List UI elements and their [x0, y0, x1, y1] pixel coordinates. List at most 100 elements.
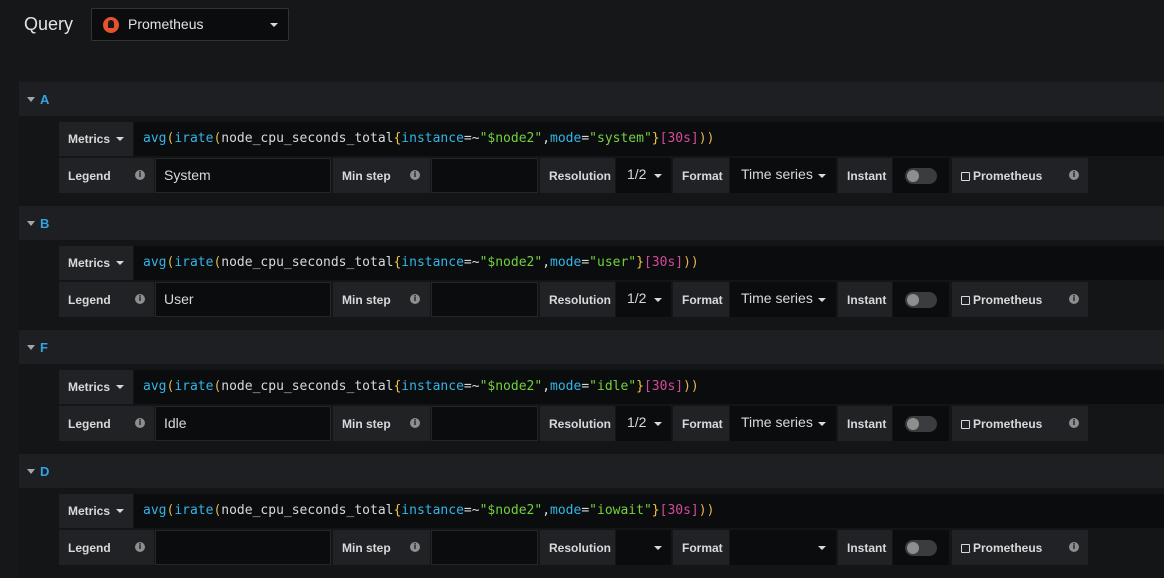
instant-label-cell: Instant — [838, 158, 892, 193]
query-row-header[interactable]: B — [19, 206, 1164, 240]
info-icon[interactable]: i — [135, 294, 145, 304]
expr-comma: , — [542, 131, 551, 146]
info-icon[interactable]: i — [135, 418, 145, 428]
chevron-down-icon — [654, 546, 662, 550]
info-icon[interactable]: i — [1069, 542, 1079, 552]
expr-comma: , — [542, 255, 551, 270]
query-expression-input[interactable]: avg(irate(node_cpu_seconds_total{instanc… — [134, 494, 1164, 528]
legend-label-cell: Legend i — [59, 158, 154, 193]
prometheus-link-label: Prometheus — [973, 417, 1043, 431]
legend-value: User — [164, 291, 194, 307]
min-step-input[interactable] — [431, 158, 538, 193]
format-value: Time series — [741, 290, 813, 306]
collapse-toggle-icon[interactable] — [27, 221, 35, 226]
instant-toggle[interactable] — [905, 168, 937, 184]
resolution-label-cell: Resolution — [540, 406, 615, 441]
query-expression-input[interactable]: avg(irate(node_cpu_seconds_total{instanc… — [134, 122, 1164, 156]
expr-func: irate — [174, 379, 214, 394]
info-icon[interactable]: i — [410, 170, 420, 180]
query-expression-input[interactable]: avg(irate(node_cpu_seconds_total{instanc… — [134, 246, 1164, 280]
expr-func: irate — [174, 255, 214, 270]
expr-paren: )) — [698, 503, 715, 518]
expr-label: mode — [550, 379, 582, 394]
format-select[interactable]: Time series — [730, 282, 836, 317]
legend-input[interactable]: System — [155, 158, 331, 193]
expr-label: instance — [401, 503, 464, 518]
resolution-label: Resolution — [549, 169, 611, 183]
metrics-button[interactable]: Metrics — [59, 122, 133, 156]
prometheus-link[interactable]: Prometheus — [961, 293, 1042, 307]
metrics-button[interactable]: Metrics — [59, 370, 133, 404]
metrics-button[interactable]: Metrics — [59, 246, 133, 280]
prometheus-link[interactable]: Prometheus — [961, 417, 1042, 431]
query-row-header[interactable]: A — [19, 82, 1164, 116]
info-icon[interactable]: i — [135, 170, 145, 180]
metrics-button[interactable]: Metrics — [59, 494, 133, 528]
query-ref-id: A — [40, 92, 50, 107]
external-link-icon — [961, 296, 970, 305]
instant-toggle[interactable] — [905, 292, 937, 308]
chevron-down-icon — [116, 385, 124, 389]
legend-label: Legend — [68, 417, 111, 431]
chevron-down-icon — [818, 298, 826, 302]
resolution-select[interactable] — [616, 530, 671, 565]
datasource-picker[interactable]: Prometheus — [91, 8, 289, 41]
min-step-label-cell: Min step i — [333, 406, 430, 441]
legend-label-cell: Legend i — [59, 282, 154, 317]
resolution-select[interactable]: 1/2 — [616, 158, 671, 193]
format-label-cell: Format — [673, 406, 729, 441]
instant-toggle[interactable] — [905, 416, 937, 432]
collapse-toggle-icon[interactable] — [27, 97, 35, 102]
instant-label: Instant — [847, 293, 887, 307]
expr-value: "system" — [589, 131, 652, 146]
resolution-value: 1/2 — [627, 414, 647, 430]
prometheus-link[interactable]: Prometheus — [961, 541, 1042, 555]
expr-operator: =~ — [463, 379, 480, 394]
datasource-name: Prometheus — [128, 16, 204, 32]
prometheus-link-label: Prometheus — [973, 541, 1043, 555]
legend-label: Legend — [68, 169, 111, 183]
query-ref-id: D — [40, 464, 50, 479]
expr-operator: = — [581, 255, 590, 270]
expr-paren: )) — [683, 379, 699, 394]
chevron-down-icon — [818, 546, 826, 550]
expr-label: instance — [401, 255, 464, 270]
min-step-input[interactable] — [431, 282, 538, 317]
instant-toggle[interactable] — [905, 540, 937, 556]
expr-value: "$node2" — [479, 379, 543, 394]
resolution-select[interactable]: 1/2 — [616, 282, 671, 317]
query-editor: Metrics avg(irate(node_cpu_seconds_total… — [19, 364, 1164, 454]
query-row-header[interactable]: D — [19, 454, 1164, 488]
info-icon[interactable]: i — [1069, 170, 1079, 180]
min-step-input[interactable] — [431, 530, 538, 565]
instant-label: Instant — [847, 417, 887, 431]
info-icon[interactable]: i — [135, 542, 145, 552]
metrics-row: Metrics avg(irate(node_cpu_seconds_total… — [59, 122, 1164, 156]
legend-input[interactable]: Idle — [155, 406, 331, 441]
resolution-value: 1/2 — [627, 290, 647, 306]
legend-input[interactable] — [155, 530, 331, 565]
info-icon[interactable]: i — [1069, 418, 1079, 428]
info-icon[interactable]: i — [410, 294, 420, 304]
query-row-header[interactable]: F — [19, 330, 1164, 364]
legend-input[interactable]: User — [155, 282, 331, 317]
format-select[interactable]: Time series — [730, 406, 836, 441]
collapse-toggle-icon[interactable] — [27, 345, 35, 350]
query-editor: Metrics avg(irate(node_cpu_seconds_total… — [19, 488, 1164, 578]
resolution-select[interactable]: 1/2 — [616, 406, 671, 441]
info-icon[interactable]: i — [410, 418, 420, 428]
query-expression-input[interactable]: avg(irate(node_cpu_seconds_total{instanc… — [134, 370, 1164, 404]
prometheus-link[interactable]: Prometheus — [961, 169, 1042, 183]
format-label: Format — [682, 293, 723, 307]
resolution-label-cell: Resolution — [540, 530, 615, 565]
expr-range: [30s] — [643, 379, 684, 394]
resolution-label: Resolution — [549, 541, 611, 555]
format-select[interactable]: Time series — [730, 158, 836, 193]
info-icon[interactable]: i — [1069, 294, 1079, 304]
info-icon[interactable]: i — [410, 542, 420, 552]
format-value: Time series — [741, 166, 813, 182]
min-step-input[interactable] — [431, 406, 538, 441]
metrics-label: Metrics — [68, 256, 111, 270]
collapse-toggle-icon[interactable] — [27, 469, 35, 474]
format-select[interactable] — [730, 530, 836, 565]
